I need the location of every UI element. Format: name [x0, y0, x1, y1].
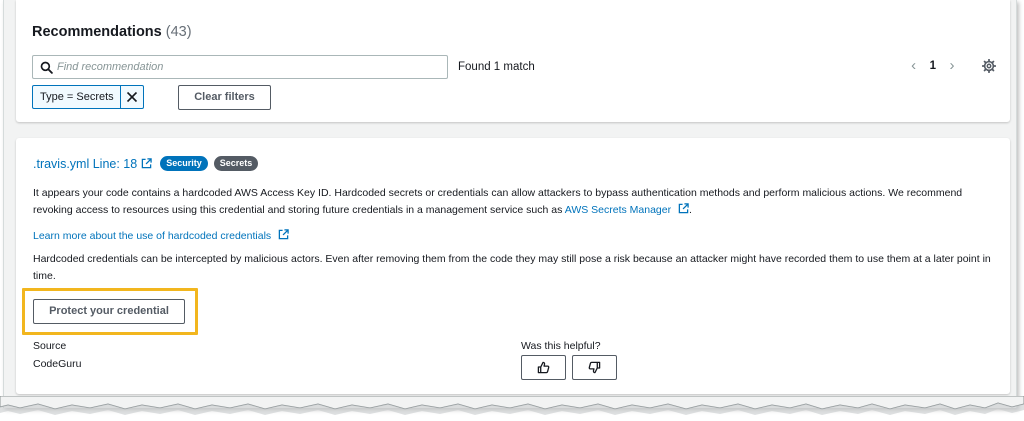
chevron-right-icon[interactable]: ›	[946, 58, 958, 74]
source-label: Source	[33, 340, 67, 352]
protect-credential-button[interactable]: Protect your credential	[33, 299, 185, 324]
secrets-manager-link-text[interactable]: AWS Secrets Manager	[565, 204, 671, 216]
thumbs-up-icon	[537, 361, 550, 374]
chevron-left-icon[interactable]: ‹	[908, 58, 920, 74]
learn-more-link-text[interactable]: Learn more about the use of hardcoded cr…	[33, 230, 271, 242]
recommendations-title: Recommendations	[32, 24, 162, 40]
description-end: .	[689, 204, 692, 216]
page-title: Recommendations (43)	[32, 24, 192, 40]
file-location-text[interactable]: .travis.yml Line: 18	[33, 157, 137, 171]
recommendation-card: .travis.yml Line: 18 Security Secrets It…	[16, 138, 1010, 394]
search-icon	[40, 61, 53, 74]
recommendations-panel: Recommendations(43) Found 1 match ‹ 1 ›	[16, 0, 1010, 122]
secrets-manager-link[interactable]: AWS Secrets Manager	[565, 203, 689, 216]
external-link-icon	[678, 203, 689, 214]
pagination: ‹ 1 ›	[908, 58, 958, 74]
filter-token-label: Type = Secrets	[33, 86, 121, 108]
clear-filters-button[interactable]: Clear filters	[178, 85, 271, 110]
file-location-link[interactable]: .travis.yml Line: 18	[33, 157, 152, 171]
search-box[interactable]	[32, 55, 448, 79]
secrets-badge: Secrets	[213, 156, 259, 171]
risk-description-text: Hardcoded credentials can be intercepted…	[33, 253, 991, 282]
security-badge: Security	[160, 156, 208, 171]
gear-icon[interactable]	[982, 59, 996, 73]
learn-more-link[interactable]: Learn more about the use of hardcoded cr…	[33, 228, 998, 245]
external-link-icon	[278, 229, 289, 240]
source-value: CodeGuru	[33, 358, 82, 370]
torn-edge	[0, 396, 1024, 415]
page-frame: Recommendations(43) Found 1 match ‹ 1 ›	[3, 0, 1017, 408]
thumbs-up-button[interactable]	[521, 355, 566, 380]
thumbs-down-button[interactable]	[572, 355, 617, 380]
page-number[interactable]: 1	[930, 60, 936, 72]
description-body: It appears your code contains a hardcode…	[33, 187, 963, 216]
helpful-label: Was this helpful?	[521, 340, 601, 352]
thumbs-down-icon	[588, 361, 601, 374]
filter-remove-button[interactable]	[121, 86, 143, 108]
description-text: It appears your code contains a hardcode…	[33, 185, 998, 219]
filter-token: Type = Secrets	[32, 85, 144, 109]
card-header: .travis.yml Line: 18 Security Secrets	[33, 156, 259, 171]
match-count-text: Found 1 match	[458, 61, 535, 73]
search-input[interactable]	[57, 56, 443, 78]
close-icon	[126, 91, 137, 103]
external-link-icon	[141, 157, 152, 168]
recommendations-count: (43)	[165, 24, 192, 40]
